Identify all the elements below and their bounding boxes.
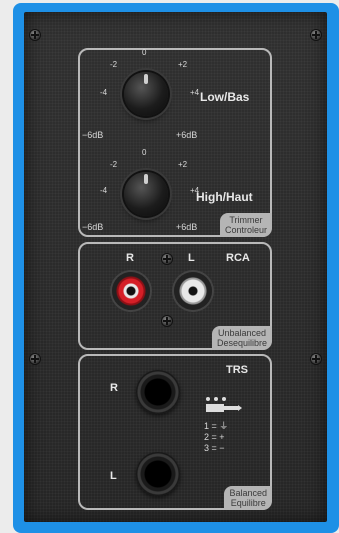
high-scale-left-minor: -2	[110, 160, 118, 169]
speaker-rear-panel: 0 -2 +2 -4 +4 −6dB +6dB Low/Bas 0 -2 +2 …	[24, 12, 327, 522]
low-min-label: −6dB	[82, 130, 104, 140]
trs-caption-line-1: Balanced	[229, 488, 267, 498]
rca-caption: Unbalanced Desequilibre	[211, 326, 272, 350]
trs-right-label: R	[110, 382, 118, 394]
rca-screw	[162, 316, 172, 326]
low-eq-label: Low/Bas	[200, 90, 250, 104]
rca-caption-line-1: Unbalanced	[217, 328, 266, 338]
eq-caption: Trimmer Controleur	[219, 213, 272, 237]
trs-right-input[interactable]	[136, 370, 180, 414]
rca-screw	[162, 254, 172, 264]
panel-screw	[311, 354, 321, 364]
high-min-label: −6dB	[82, 222, 104, 232]
trs-caption: Balanced Equilibre	[224, 486, 272, 510]
trs-left-label: L	[110, 470, 117, 482]
rca-caption-line-2: Desequilibre	[216, 338, 267, 348]
high-scale-left-mid: -4	[100, 186, 108, 195]
high-scale-center: 0	[142, 148, 147, 157]
low-max-label: +6dB	[176, 130, 198, 140]
eq-caption-line-2: Controleur	[224, 225, 267, 235]
high-max-label: +6dB	[176, 222, 198, 232]
low-scale-center: 0	[142, 48, 147, 57]
trs-title: TRS	[226, 364, 248, 376]
trs-caption-line-2: Equilibre	[230, 498, 266, 508]
trs-plug-icon	[206, 397, 242, 412]
low-scale-right-minor: +2	[178, 60, 188, 69]
high-eq-label: High/Haut	[196, 190, 253, 204]
panel-screw	[311, 30, 321, 40]
low-scale-left-mid: -4	[100, 88, 108, 97]
trs-pinout-legend: 1 = ⏚ 2 = + 3 = −	[204, 396, 260, 454]
trs-pin-1: 1 = ⏚	[204, 421, 229, 431]
trs-pin-2: 2 = +	[204, 432, 225, 442]
rca-left-label: L	[188, 252, 195, 264]
low-scale-left-minor: -2	[110, 60, 118, 69]
rca-title: RCA	[226, 252, 250, 264]
rca-right-input[interactable]	[112, 272, 150, 310]
high-eq-knob[interactable]	[120, 168, 172, 220]
trs-section: TRS R L 1 = ⏚ 2 = + 3 = − Balanced Equil…	[78, 354, 272, 510]
eq-section: 0 -2 +2 -4 +4 −6dB +6dB Low/Bas 0 -2 +2 …	[78, 48, 272, 237]
panel-screw	[30, 30, 40, 40]
high-scale-right-minor: +2	[178, 160, 188, 169]
rca-left-input[interactable]	[174, 272, 212, 310]
trs-pin-3: 3 = −	[204, 443, 225, 453]
trs-left-input[interactable]	[136, 452, 180, 496]
low-eq-knob[interactable]	[120, 68, 172, 120]
rca-right-label: R	[126, 252, 134, 264]
panel-screw	[30, 354, 40, 364]
rca-section: R L RCA Unbalanced Desequilibre	[78, 242, 272, 350]
low-scale-right-mid: +4	[190, 88, 200, 97]
eq-caption-line-1: Trimmer	[229, 215, 263, 225]
